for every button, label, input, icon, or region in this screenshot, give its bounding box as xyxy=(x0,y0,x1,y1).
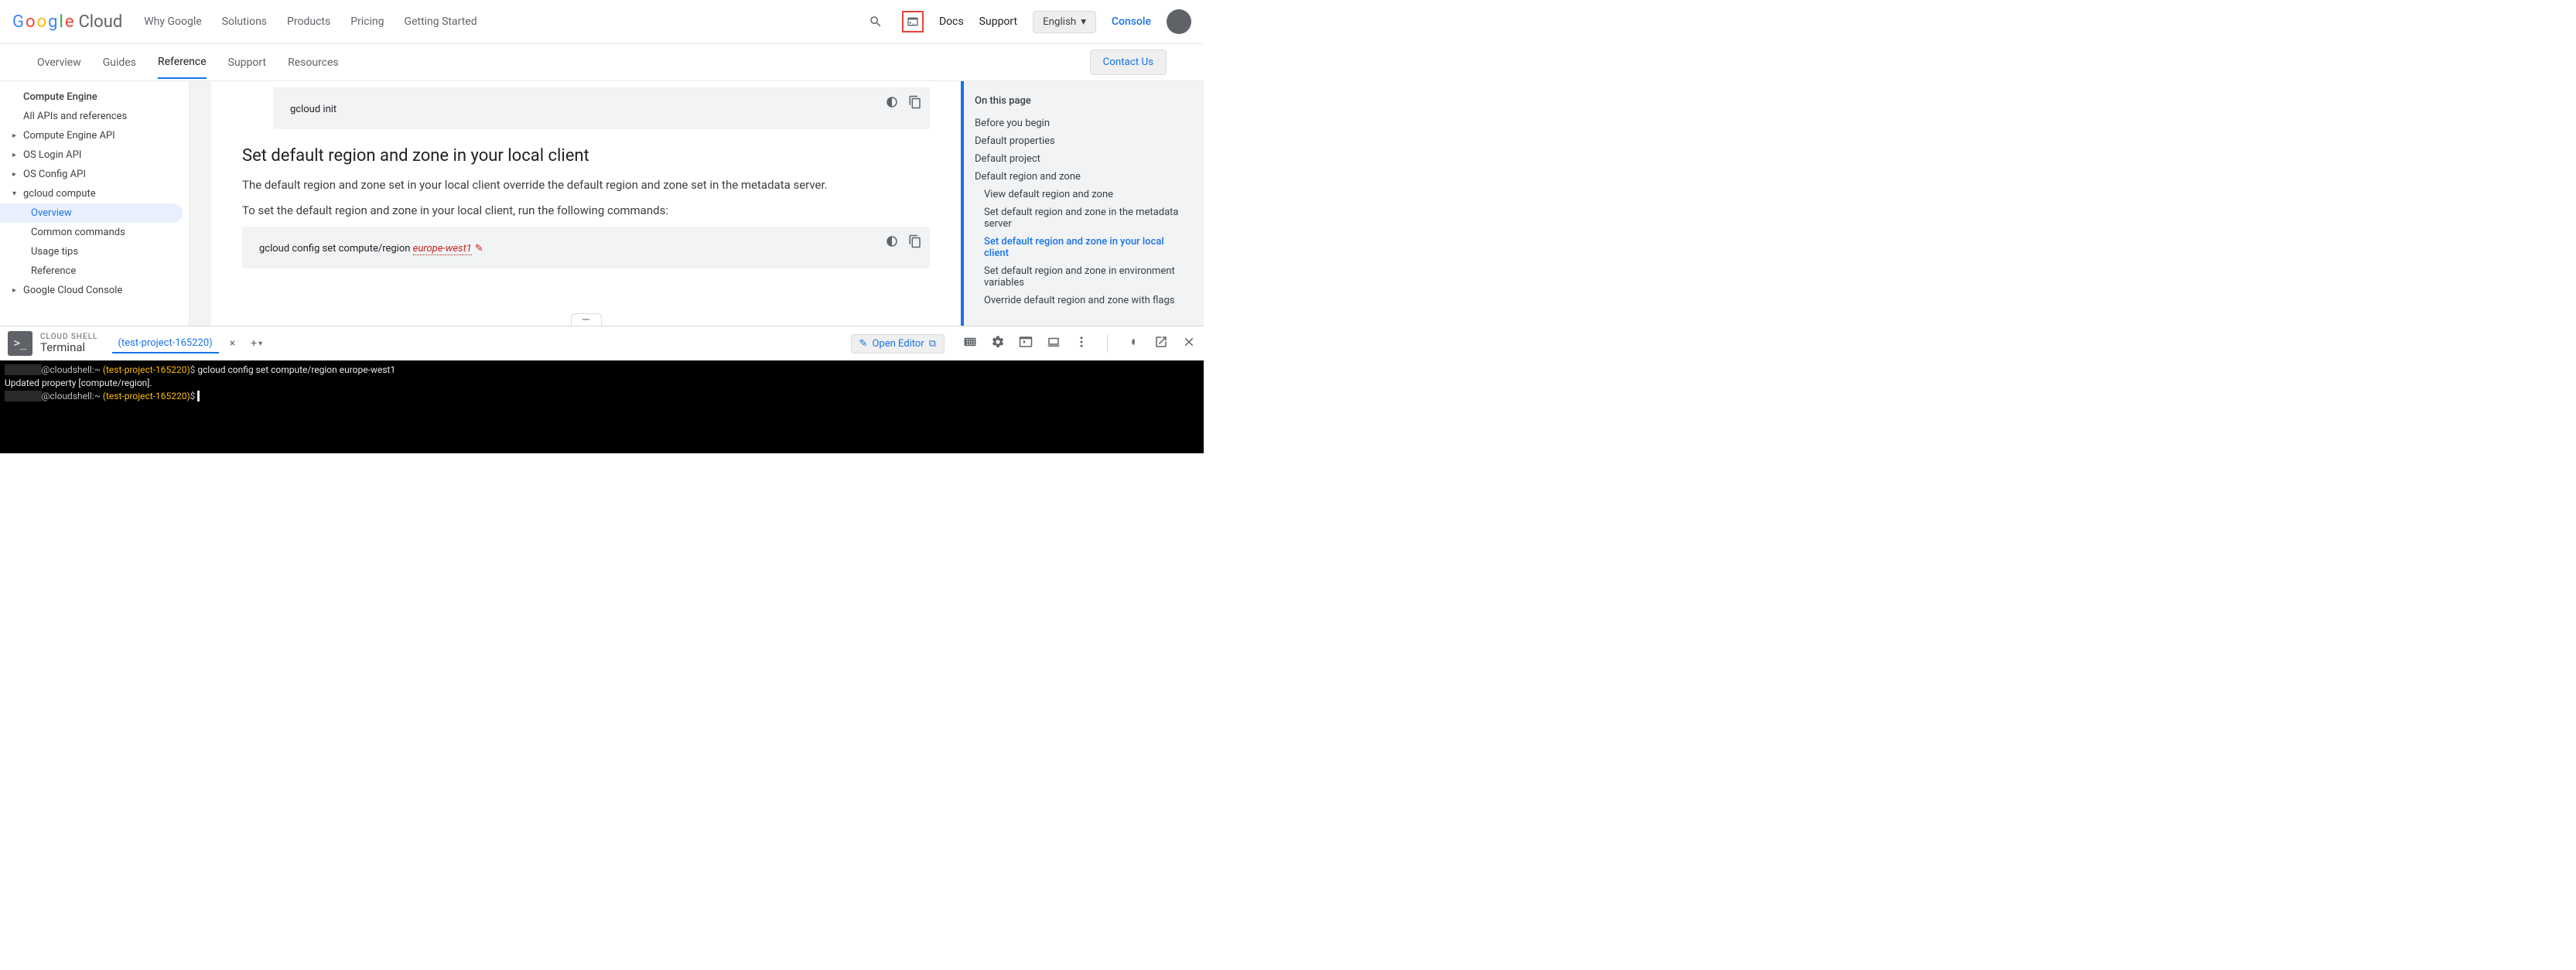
toc-set-metadata[interactable]: Set default region and zone in the metad… xyxy=(975,203,1190,233)
code-variable[interactable]: europe-west1 xyxy=(413,243,472,255)
sidebar-all-apis[interactable]: All APIs and references xyxy=(0,107,189,126)
sidebar-os-config-api[interactable]: ▸OS Config API xyxy=(0,165,189,184)
docs-link[interactable]: Docs xyxy=(939,15,964,28)
paragraph-1: The default region and zone set in your … xyxy=(242,176,930,194)
sidebar-compute-engine[interactable]: Compute Engine xyxy=(0,87,189,107)
content-wrap: gcloud init Set default region and zone … xyxy=(190,81,1204,326)
add-tab-button[interactable]: +▾ xyxy=(251,337,262,350)
toc-title: On this page xyxy=(975,95,1190,107)
toc-override-flags[interactable]: Override default region and zone with fl… xyxy=(975,292,1190,309)
paragraph-2: To set the default region and zone in yo… xyxy=(242,202,930,220)
toc-set-local-client[interactable]: Set default region and zone in your loca… xyxy=(975,233,1190,262)
terminal-output[interactable]: xxxxxxxx@cloudshell:~ (test-project-1652… xyxy=(0,360,1204,453)
sidebar-reference[interactable]: Reference xyxy=(0,261,189,281)
cloud-shell-panel: >_ CLOUD SHELL Terminal (test-project-16… xyxy=(0,326,1204,453)
toc-default-properties[interactable]: Default properties xyxy=(975,132,1190,150)
cloud-shell-icon[interactable] xyxy=(902,11,924,32)
avatar[interactable] xyxy=(1167,9,1191,34)
toc-default-project[interactable]: Default project xyxy=(975,150,1190,168)
keyboard-icon[interactable] xyxy=(963,335,977,352)
nav-solutions[interactable]: Solutions xyxy=(222,15,267,28)
contact-us-button[interactable]: Contact Us xyxy=(1090,50,1167,75)
cloud-shell-titles: CLOUD SHELL Terminal xyxy=(40,333,98,354)
minimize-icon[interactable] xyxy=(1126,335,1140,352)
external-link-icon: ⧉ xyxy=(929,338,936,350)
code-block-gcloud-init: gcloud init xyxy=(273,87,930,129)
edit-icon[interactable]: ✎ xyxy=(475,243,483,254)
section-heading: Set default region and zone in your loca… xyxy=(242,146,930,166)
toc-set-env-vars[interactable]: Set default region and zone in environme… xyxy=(975,262,1190,292)
open-new-window-icon[interactable] xyxy=(1154,335,1168,352)
article: gcloud init Set default region and zone … xyxy=(211,81,961,326)
devices-icon[interactable] xyxy=(1047,335,1061,352)
on-this-page-nav: On this page Before you begin Default pr… xyxy=(961,81,1201,326)
cloud-shell-logo-icon: >_ xyxy=(8,331,32,356)
header-right: Docs Support English ▾ Console xyxy=(865,9,1191,34)
sidebar-compute-engine-api[interactable]: ▸Compute Engine API xyxy=(0,126,189,145)
cloud-shell-header: >_ CLOUD SHELL Terminal (test-project-16… xyxy=(0,326,1204,360)
doc-subtabs: Overview Guides Reference Support Resour… xyxy=(0,44,1204,81)
search-icon[interactable] xyxy=(865,11,887,32)
support-link[interactable]: Support xyxy=(979,15,1017,28)
cloud-shell-tab[interactable]: (test-project-165220) xyxy=(112,334,219,354)
sidebar-overview[interactable]: Overview xyxy=(0,203,183,223)
chevron-down-icon: ▾ xyxy=(1081,16,1086,28)
copy-icon[interactable] xyxy=(908,95,922,112)
toc-view-default[interactable]: View default region and zone xyxy=(975,186,1190,203)
theme-toggle-icon[interactable] xyxy=(885,234,899,251)
logo-cloud-text: Cloud xyxy=(78,12,122,32)
language-label: English xyxy=(1043,16,1076,28)
sidebar-usage-tips[interactable]: Usage tips xyxy=(0,242,189,261)
global-header: Google Cloud Why Google Solutions Produc… xyxy=(0,0,1204,44)
cloud-shell-terminal-title: Terminal xyxy=(40,341,98,354)
sidebar-google-cloud-console[interactable]: ▸Google Cloud Console xyxy=(0,281,189,300)
sidebar-os-login-api[interactable]: ▸OS Login API xyxy=(0,145,189,165)
toc-before-you-begin[interactable]: Before you begin xyxy=(975,114,1190,132)
subtab-overview[interactable]: Overview xyxy=(37,47,81,78)
code-block-set-region: gcloud config set compute/region europe-… xyxy=(242,227,930,268)
toc-default-region-zone[interactable]: Default region and zone xyxy=(975,168,1190,186)
close-panel-icon[interactable] xyxy=(1182,335,1196,352)
code-text-prefix: gcloud config set compute/region xyxy=(259,243,413,254)
close-icon[interactable]: × xyxy=(230,337,235,350)
subtab-resources[interactable]: Resources xyxy=(288,47,339,78)
subtab-guides[interactable]: Guides xyxy=(103,47,136,78)
left-sidebar: Compute Engine All APIs and references ▸… xyxy=(0,81,190,326)
theme-toggle-icon[interactable] xyxy=(885,95,899,112)
web-preview-icon[interactable] xyxy=(1019,335,1033,352)
nav-getting-started[interactable]: Getting Started xyxy=(405,15,477,28)
pencil-icon: ✎ xyxy=(859,338,868,350)
language-selector[interactable]: English ▾ xyxy=(1033,11,1096,33)
gear-icon[interactable] xyxy=(991,335,1005,352)
cloud-shell-toolbar xyxy=(963,334,1196,353)
main-content: Compute Engine All APIs and references ▸… xyxy=(0,81,1204,326)
subtab-support[interactable]: Support xyxy=(228,47,266,78)
subtab-reference[interactable]: Reference xyxy=(158,46,207,79)
top-nav: Why Google Solutions Products Pricing Ge… xyxy=(144,15,477,28)
more-icon[interactable] xyxy=(1074,335,1088,352)
copy-icon[interactable] xyxy=(908,234,922,251)
sidebar-gcloud-compute[interactable]: ▾gcloud compute xyxy=(0,184,189,203)
nav-why-google[interactable]: Why Google xyxy=(144,15,201,28)
nav-products[interactable]: Products xyxy=(287,15,330,28)
console-link[interactable]: Console xyxy=(1112,15,1151,28)
code-text: gcloud init xyxy=(290,104,337,115)
google-cloud-logo[interactable]: Google Cloud xyxy=(12,12,122,32)
open-editor-label: Open Editor xyxy=(872,338,924,350)
open-editor-button[interactable]: ✎ Open Editor ⧉ xyxy=(851,334,945,354)
nav-pricing[interactable]: Pricing xyxy=(350,15,384,28)
drag-handle[interactable]: — xyxy=(571,313,602,326)
sidebar-common-commands[interactable]: Common commands xyxy=(0,223,189,242)
